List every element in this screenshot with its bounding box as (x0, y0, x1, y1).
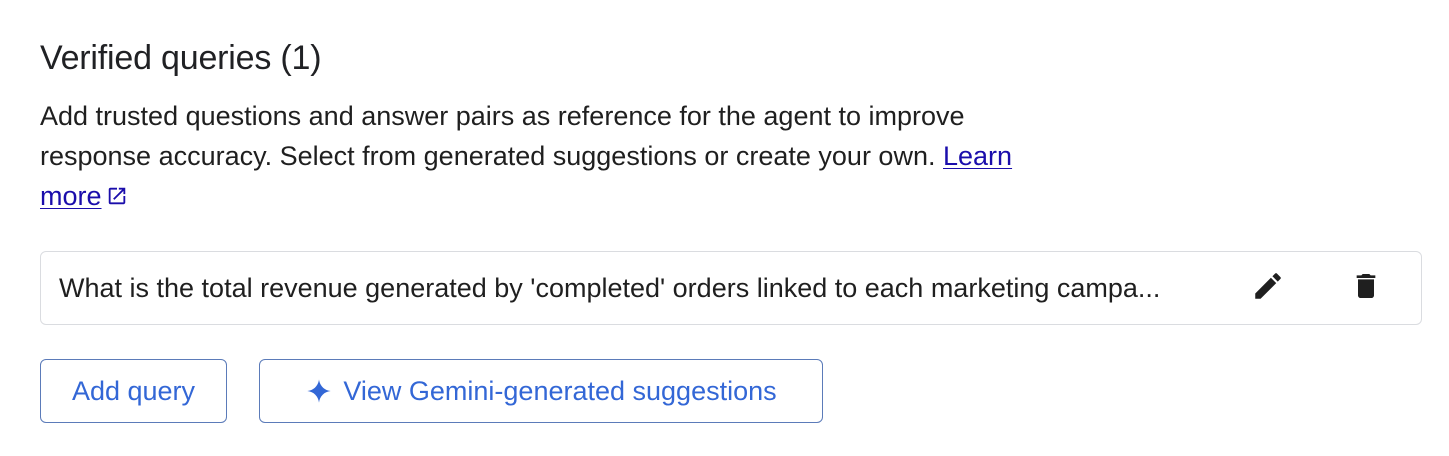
trash-icon (1350, 270, 1382, 307)
view-gemini-suggestions-button[interactable]: View Gemini-generated suggestions (259, 359, 823, 423)
verified-queries-section: Verified queries (1) Add trusted questio… (40, 36, 1424, 216)
gemini-suggestions-label: View Gemini-generated suggestions (343, 375, 777, 406)
sparkle-icon (305, 377, 333, 405)
description-text: Add trusted questions and answer pairs a… (40, 101, 965, 171)
add-query-label: Add query (71, 375, 196, 406)
pencil-icon (1251, 269, 1285, 308)
edit-query-button[interactable] (1246, 266, 1290, 310)
section-title: Verified queries (1) (40, 39, 322, 77)
query-row[interactable]: What is the total revenue generated by '… (40, 251, 1422, 325)
query-text[interactable]: What is the total revenue generated by '… (59, 252, 1160, 324)
add-query-button[interactable]: Add query (40, 359, 227, 423)
external-link-icon (106, 178, 128, 205)
delete-query-button[interactable] (1344, 266, 1388, 310)
section-description: Add trusted questions and answer pairs a… (40, 96, 1060, 216)
